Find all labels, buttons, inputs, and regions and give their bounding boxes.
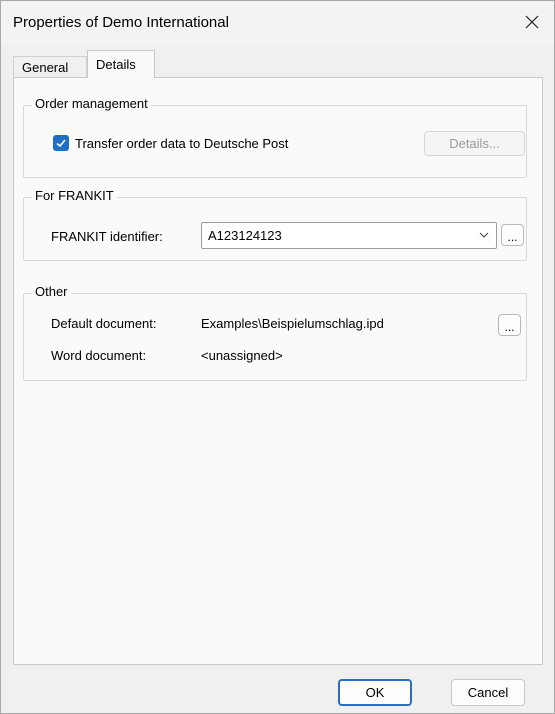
word-document-value: <unassigned> (201, 348, 283, 363)
details-button[interactable]: Details... (424, 131, 525, 156)
window-title: Properties of Demo International (13, 14, 229, 31)
default-document-browse-button[interactable]: ... (498, 314, 521, 336)
other-group: Other (23, 284, 527, 381)
tab-details[interactable]: Details (87, 50, 155, 78)
checkmark-icon (56, 139, 66, 148)
properties-dialog: Properties of Demo International General… (0, 0, 555, 714)
frankit-legend: For FRANKIT (32, 188, 117, 203)
frankit-identifier-select[interactable]: A123124123 (201, 222, 497, 249)
chevron-down-icon (479, 232, 489, 238)
ok-button[interactable]: OK (338, 679, 412, 706)
other-legend: Other (32, 284, 71, 299)
frankit-identifier-value: A123124123 (208, 228, 282, 243)
tab-general[interactable]: General (13, 56, 87, 78)
title-bar: Properties of Demo International (1, 1, 554, 45)
transfer-order-checkbox[interactable] (53, 135, 69, 151)
default-document-value: Examples\Beispielumschlag.ipd (201, 316, 384, 331)
frankit-identifier-label: FRANKIT identifier: (51, 229, 163, 244)
cancel-button[interactable]: Cancel (451, 679, 525, 706)
order-management-legend: Order management (32, 96, 151, 111)
word-document-label: Word document: (51, 348, 147, 363)
transfer-order-label[interactable]: Transfer order data to Deutsche Post (75, 136, 288, 151)
default-document-label: Default document: (51, 316, 157, 331)
close-icon (525, 15, 539, 29)
close-button[interactable] (514, 5, 550, 39)
frankit-browse-button[interactable]: ... (501, 224, 524, 246)
